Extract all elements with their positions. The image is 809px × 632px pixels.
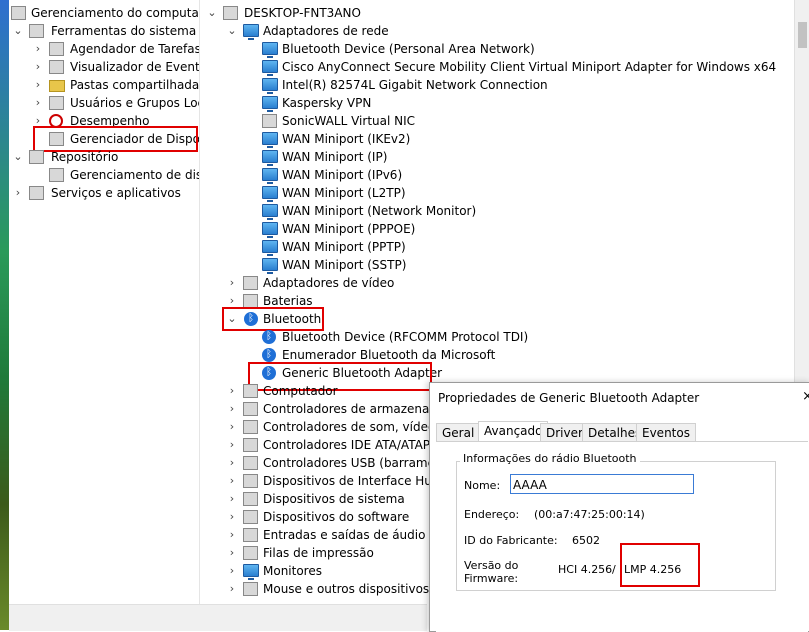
- chevron-right-icon[interactable]: ›: [227, 274, 237, 292]
- chevron-right-icon[interactable]: ›: [33, 58, 43, 76]
- network-adapter-icon: [262, 222, 278, 238]
- fabricante-label: ID do Fabricante:: [464, 534, 558, 547]
- chevron-right-icon[interactable]: ›: [227, 472, 237, 490]
- network-adapter-icon: [262, 168, 278, 184]
- chevron-down-icon[interactable]: ⌄: [227, 22, 237, 40]
- ide-controller-icon: [243, 438, 258, 452]
- computer-icon: [223, 6, 238, 20]
- endereco-label: Endereço:: [464, 508, 520, 521]
- software-devices-icon: [243, 510, 258, 524]
- chevron-right-icon[interactable]: ›: [227, 562, 237, 580]
- network-adapter-icon: [262, 258, 278, 274]
- disk-icon: [49, 168, 64, 182]
- storage-controller-icon: [243, 402, 258, 416]
- sound-icon: [243, 420, 258, 434]
- bluetooth-icon: ᛒ: [262, 330, 276, 344]
- network-adapter-icon: [243, 24, 259, 40]
- shared-folder-icon: [49, 80, 65, 92]
- network-adapter-icon: [262, 150, 278, 166]
- network-adapter-icon: [262, 204, 278, 220]
- chevron-down-icon[interactable]: ⌄: [13, 22, 23, 40]
- computer-management-icon: [11, 6, 26, 20]
- users-icon: [49, 96, 64, 110]
- chevron-right-icon[interactable]: ›: [227, 580, 237, 598]
- fabricante-value: 6502: [572, 534, 600, 547]
- chevron-right-icon[interactable]: ›: [33, 94, 43, 112]
- network-adapter-icon: [262, 96, 278, 112]
- chevron-right-icon[interactable]: ›: [227, 490, 237, 508]
- chevron-right-icon[interactable]: ›: [227, 454, 237, 472]
- storage-icon: [29, 150, 44, 164]
- clock-icon: [49, 42, 64, 56]
- tab-avancado[interactable]: Avançado: [478, 421, 549, 442]
- usb-icon: [243, 456, 258, 470]
- advanced-tab-panel: Informações do rádio Bluetooth Nome: AAA…: [436, 441, 808, 632]
- nome-label: Nome:: [464, 479, 501, 492]
- chevron-right-icon[interactable]: ›: [227, 544, 237, 562]
- event-viewer-icon: [49, 60, 64, 74]
- battery-icon: [243, 294, 258, 308]
- display-adapter-icon: [243, 276, 258, 290]
- audio-io-icon: [243, 528, 258, 542]
- chevron-right-icon[interactable]: ›: [33, 76, 43, 94]
- properties-dialog[interactable]: Propriedades de Generic Bluetooth Adapte…: [429, 382, 809, 632]
- chevron-right-icon[interactable]: ›: [227, 382, 237, 400]
- system-devices-icon: [243, 492, 258, 506]
- network-adapter-icon: [262, 132, 278, 148]
- dialog-title: Propriedades de Generic Bluetooth Adapte…: [438, 391, 700, 405]
- console-tree-pane[interactable]: Gerenciamento do computador ⌄ Ferramenta…: [9, 0, 200, 630]
- tab-geral[interactable]: Geral: [436, 423, 481, 442]
- nome-input[interactable]: AAAA: [510, 474, 694, 494]
- network-adapter-disabled-icon: [262, 114, 277, 128]
- printer-icon: [243, 546, 258, 560]
- bluetooth-icon: ᛒ: [262, 348, 276, 362]
- hid-icon: [243, 474, 258, 488]
- group-label: Informações do rádio Bluetooth: [460, 452, 640, 465]
- tools-icon: [29, 24, 44, 38]
- chevron-down-icon[interactable]: ⌄: [207, 4, 217, 22]
- monitor-icon: [243, 564, 259, 580]
- chevron-down-icon[interactable]: ⌄: [13, 148, 23, 166]
- services-icon: [29, 186, 44, 200]
- scrollbar-thumb[interactable]: [798, 22, 807, 48]
- endereco-value: (00:a7:47:25:00:14): [534, 508, 645, 521]
- chevron-right-icon[interactable]: ›: [227, 526, 237, 544]
- version-separator: /: [612, 563, 616, 576]
- network-adapter-icon: [262, 186, 278, 202]
- network-adapter-icon: [262, 42, 278, 58]
- versao-label-line2: Firmware:: [464, 572, 519, 585]
- chevron-right-icon[interactable]: ›: [227, 508, 237, 526]
- chevron-right-icon[interactable]: ›: [227, 436, 237, 454]
- network-adapter-icon: [262, 78, 278, 94]
- chevron-right-icon[interactable]: ›: [227, 418, 237, 436]
- network-adapter-icon: [262, 60, 278, 76]
- tab-eventos[interactable]: Eventos: [636, 423, 696, 442]
- desktop-background-strip: [0, 0, 9, 630]
- versao-label-line1: Versão do: [464, 559, 519, 572]
- chevron-right-icon[interactable]: ›: [33, 40, 43, 58]
- chevron-right-icon[interactable]: ›: [227, 400, 237, 418]
- network-adapter-icon: [262, 240, 278, 256]
- computer-icon: [243, 384, 258, 398]
- chevron-right-icon[interactable]: ›: [13, 184, 23, 202]
- mouse-icon: [243, 582, 258, 596]
- hci-version: HCI 4.256: [558, 563, 613, 576]
- highlight-lmp-version: [620, 543, 700, 587]
- horizontal-scrollbar[interactable]: [9, 604, 427, 631]
- close-icon[interactable]: ×: [802, 389, 809, 404]
